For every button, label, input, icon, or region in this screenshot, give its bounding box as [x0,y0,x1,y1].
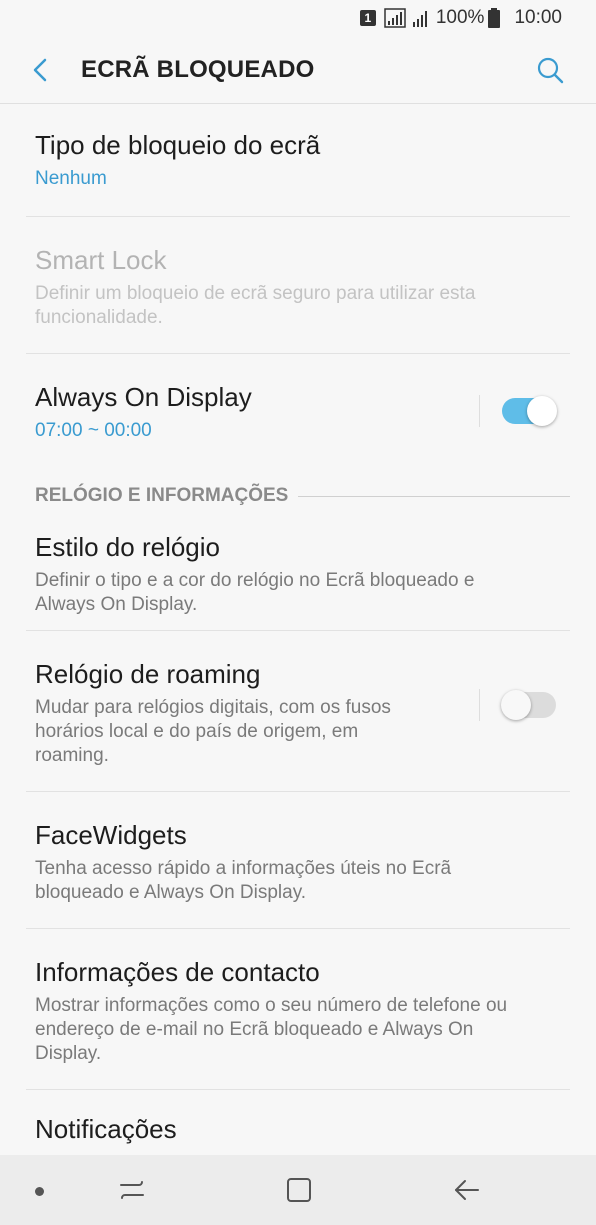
search-icon [537,57,564,84]
back-button[interactable] [24,54,56,86]
toggle-knob [527,396,557,426]
lock-type-title: Tipo de bloqueio do ecrã [35,130,321,160]
roaming-toggle-wrap [479,689,556,721]
section-line [298,495,570,497]
clock-style-title: Estilo do relógio [35,532,220,562]
smart-lock-description: Definir um bloqueio de ecrã seguro para … [35,283,476,328]
signal-icon-1 [384,8,406,28]
battery-icon [488,8,501,28]
search-button[interactable] [534,54,566,86]
sim-icon: 1 [359,10,376,26]
roaming-clock-toggle[interactable] [501,690,556,720]
battery-percent: 100% [435,7,485,28]
back-arrow-icon [455,1180,479,1200]
recents-icon [120,1181,144,1199]
clock-style-description: Definir o tipo e a cor do relógio no Ecr… [35,570,475,615]
navigation-bar [0,1155,596,1225]
aod-item[interactable]: Always On Display 07:00 ~ 00:00 [0,354,596,468]
toggle-knob [501,690,531,720]
home-button[interactable] [284,1175,314,1205]
clock: 10:00 [514,7,562,28]
contact-info-title: Informações de contacto [35,957,320,987]
aod-toggle[interactable] [502,396,557,426]
contact-info-description: Mostrar informações como o seu número de… [35,995,508,1064]
aod-toggle-wrap [479,395,557,427]
lock-type-value: Nenhum [35,168,107,189]
recents-button[interactable] [117,1175,147,1205]
smart-lock-item: Smart Lock Definir um bloqueio de ecrã s… [0,217,596,353]
back-nav-button[interactable] [452,1175,482,1205]
section-header-clock-info: RELÓGIO E INFORMAÇÕES [0,468,596,524]
lock-type-item[interactable]: Tipo de bloqueio do ecrã Nenhum [0,104,596,216]
roaming-clock-title: Relógio de roaming [35,659,261,689]
home-icon [287,1178,311,1202]
section-label: RELÓGIO E INFORMAÇÕES [35,485,289,506]
facewidgets-title: FaceWidgets [35,820,187,850]
toggle-separator [479,689,480,721]
page-title: ECRÃ BLOQUEADO [81,56,315,83]
notifications-title: Notificações [35,1114,177,1144]
roaming-clock-item[interactable]: Relógio de roaming Mudar para relógios d… [0,631,596,791]
facewidgets-item[interactable]: FaceWidgets Tenha acesso rápido a inform… [0,792,596,928]
app-header: ECRÃ BLOQUEADO [0,36,596,104]
status-bar: 1 100% 10:00 [0,0,596,36]
facewidgets-description: Tenha acesso rápido a informações úteis … [35,858,452,903]
chevron-left-icon [33,58,47,82]
smart-lock-title: Smart Lock [35,245,167,275]
settings-list: Tipo de bloqueio do ecrã Nenhum Smart Lo… [0,104,596,1170]
dot-indicator [35,1187,44,1196]
clock-style-item[interactable]: Estilo do relógio Definir o tipo e a cor… [0,524,596,630]
signal-icon-2 [412,11,427,27]
toggle-separator [479,395,480,427]
contact-info-item[interactable]: Informações de contacto Mostrar informaç… [0,929,596,1089]
